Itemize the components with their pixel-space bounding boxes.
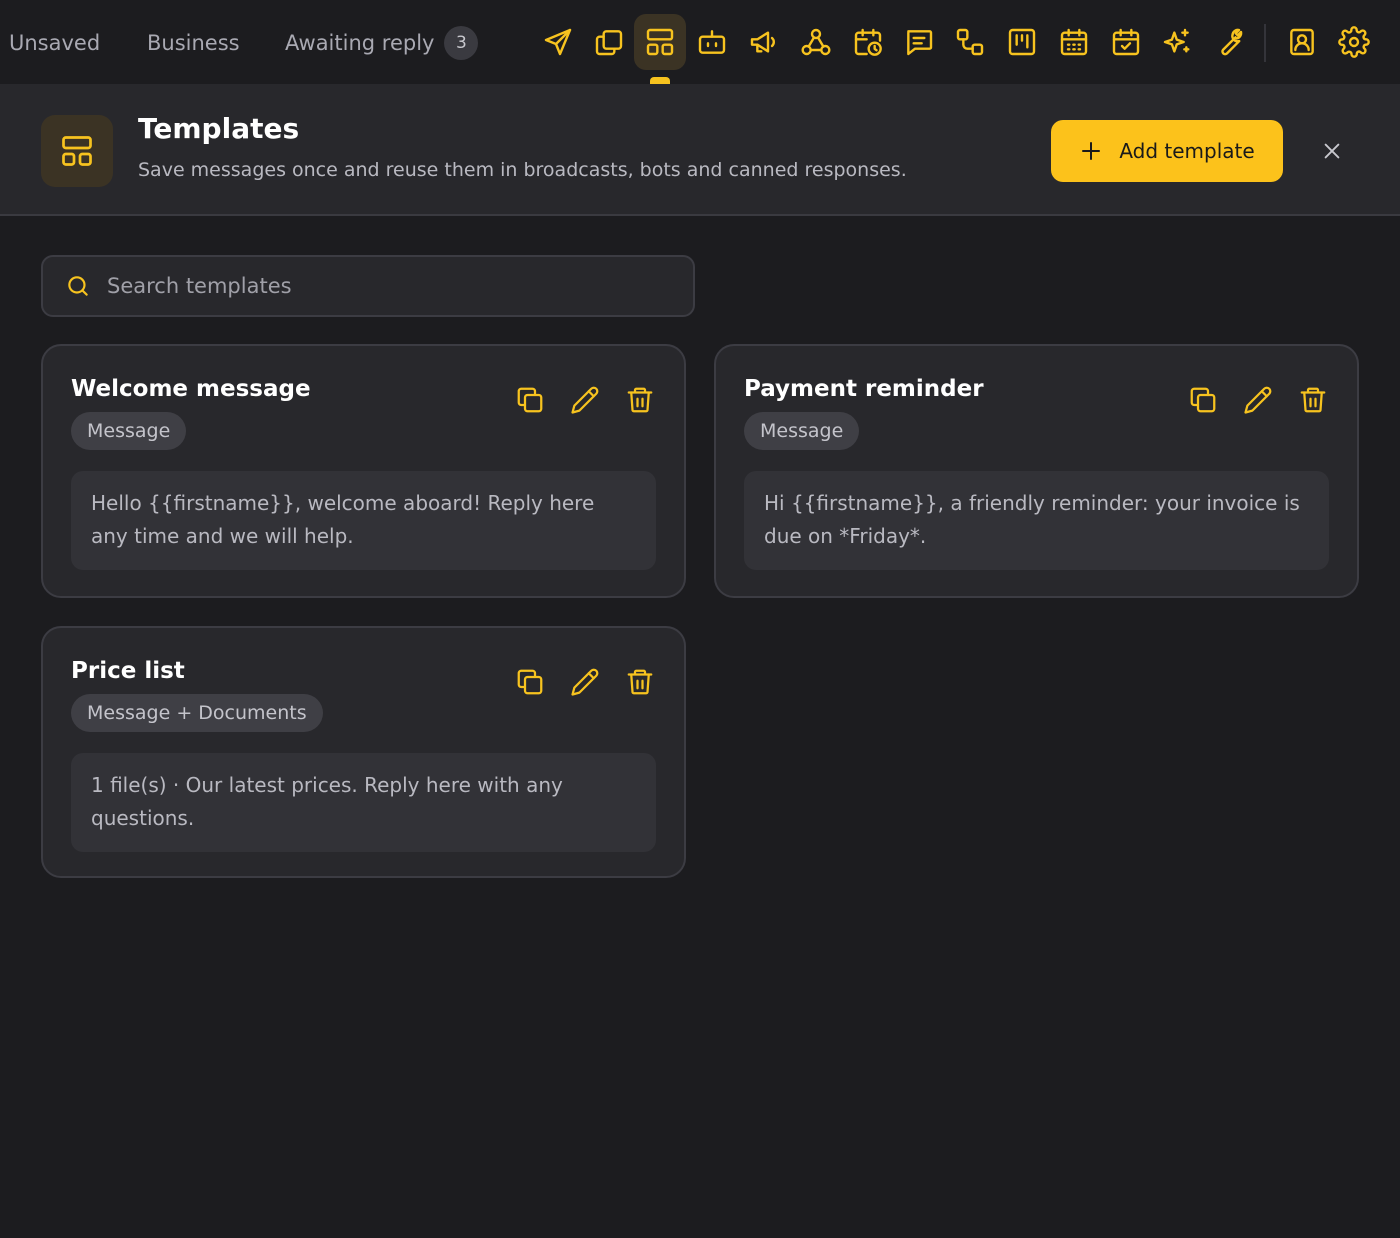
- folder-tab-label: Unsaved: [9, 31, 101, 55]
- page-header: Templates Save messages once and reuse t…: [0, 84, 1400, 216]
- message-text-icon[interactable]: [893, 14, 945, 70]
- search-icon: [68, 276, 88, 296]
- sparkles-icon[interactable]: [1151, 14, 1203, 70]
- template-card[interactable]: Welcome message Message Hello {{firstnam…: [41, 344, 686, 598]
- top-nav: Unsaved Business Awaiting reply 3: [0, 0, 1400, 84]
- templates-icon[interactable]: [634, 14, 686, 70]
- trash-icon: [627, 669, 653, 695]
- duplicate-button[interactable]: [512, 382, 548, 418]
- pencil-icon: [1244, 386, 1272, 414]
- search-input[interactable]: [107, 274, 667, 298]
- folder-tab-label: Awaiting reply: [285, 31, 435, 55]
- close-icon: [1324, 143, 1340, 159]
- send-icon[interactable]: [532, 14, 584, 70]
- folder-tab-unsaved[interactable]: Unsaved: [9, 0, 100, 84]
- duplicate-button[interactable]: [1185, 382, 1221, 418]
- settings-icon[interactable]: [1328, 14, 1380, 70]
- delete-button[interactable]: [1295, 382, 1331, 418]
- calendar-grid-icon[interactable]: [1048, 14, 1100, 70]
- page-title: Templates: [138, 112, 300, 145]
- template-title: Welcome message: [71, 376, 311, 402]
- template-title: Price list: [71, 658, 185, 684]
- template-actions: [1166, 382, 1331, 418]
- trash-icon: [627, 387, 653, 413]
- templates-icon: [41, 115, 113, 187]
- template-type-tag: Message: [744, 412, 860, 450]
- template-type-tag: Message + Documents: [71, 694, 323, 732]
- edit-button[interactable]: [567, 664, 603, 700]
- folder-tab-business[interactable]: Business: [147, 0, 240, 84]
- pencil-icon: [571, 386, 599, 414]
- duplicate-button[interactable]: [512, 664, 548, 700]
- template-actions: [493, 664, 658, 700]
- close-button[interactable]: [1316, 135, 1348, 167]
- toolbar-divider: [1264, 24, 1266, 62]
- page-subtitle: Save messages once and reuse them in bro…: [138, 159, 907, 181]
- template-preview: Hello {{firstname}}, welcome aboard! Rep…: [71, 471, 656, 570]
- edit-button[interactable]: [1240, 382, 1276, 418]
- template-preview: 1 file(s) · Our latest prices. Reply her…: [71, 753, 656, 852]
- template-title: Payment reminder: [744, 376, 984, 402]
- template-card[interactable]: Price list Message + Documents 1 file(s)…: [41, 626, 686, 878]
- calendar-clock-icon[interactable]: [842, 14, 894, 70]
- bot-icon[interactable]: [686, 14, 738, 70]
- megaphone-icon[interactable]: [738, 14, 790, 70]
- edit-button[interactable]: [567, 382, 603, 418]
- calendar-check-icon[interactable]: [1100, 14, 1152, 70]
- template-card[interactable]: Payment reminder Message Hi {{firstname}…: [714, 344, 1359, 598]
- add-template-label: Add template: [1119, 139, 1255, 163]
- template-preview: Hi {{firstname}}, a friendly reminder: y…: [744, 471, 1329, 570]
- workflow-icon[interactable]: [944, 14, 996, 70]
- add-template-button[interactable]: Add template: [1051, 120, 1283, 182]
- delete-button[interactable]: [622, 664, 658, 700]
- template-type-tag: Message: [71, 412, 187, 450]
- plus-icon: [1082, 142, 1101, 160]
- contact-icon[interactable]: [1276, 14, 1328, 70]
- count-badge: 3: [444, 26, 479, 60]
- pencil-icon: [571, 668, 599, 696]
- copy-icon: [517, 669, 543, 695]
- wrench-icon[interactable]: [1203, 14, 1255, 70]
- search-box[interactable]: [41, 255, 695, 317]
- webhook-icon[interactable]: [790, 14, 842, 70]
- trash-icon: [1300, 387, 1326, 413]
- copy-icon[interactable]: [583, 14, 635, 70]
- active-tool-indicator: [650, 77, 670, 84]
- copy-icon: [1190, 387, 1216, 413]
- template-actions: [493, 382, 658, 418]
- folder-tab-awaiting-reply[interactable]: Awaiting reply 3: [285, 0, 479, 84]
- copy-icon: [517, 387, 543, 413]
- folder-tab-label: Business: [147, 31, 240, 55]
- kanban-icon[interactable]: [996, 14, 1048, 70]
- delete-button[interactable]: [622, 382, 658, 418]
